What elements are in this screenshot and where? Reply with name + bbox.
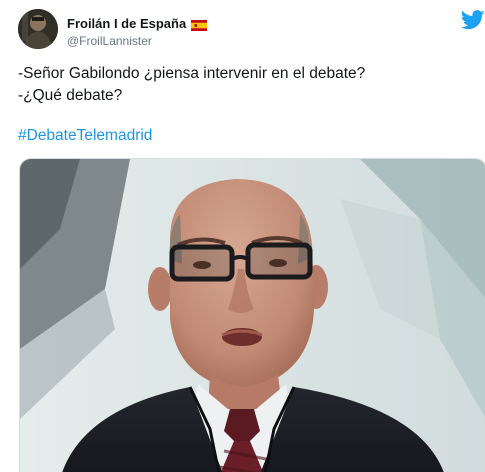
display-name[interactable]: Froilán I de España [67, 16, 186, 31]
display-name-row: Froilán I de España [67, 15, 208, 31]
user-handle[interactable]: @FroilLannister [67, 34, 207, 48]
tweet-card: Froilán I de España @FroilLannister -Señ… [0, 0, 485, 472]
tweet-line-2: -¿Qué debate? [18, 87, 123, 104]
spain-flag-icon [191, 18, 208, 31]
avatar[interactable] [18, 9, 58, 49]
tweet-media-image[interactable] [19, 158, 485, 472]
tweet-header: Froilán I de España @FroilLannister [18, 9, 485, 53]
twitter-bird-icon[interactable] [460, 10, 485, 30]
author-block: Froilán I de España @FroilLannister [67, 15, 208, 48]
hashtag-link[interactable]: #DebateTelemadrid [18, 127, 152, 145]
avatar-image [18, 9, 58, 49]
tweet-line-1: -Señor Gabilondo ¿piensa intervenir en e… [18, 65, 366, 82]
tweet-text: -Señor Gabilondo ¿piensa intervenir en e… [18, 63, 468, 107]
media-photo [20, 159, 485, 472]
